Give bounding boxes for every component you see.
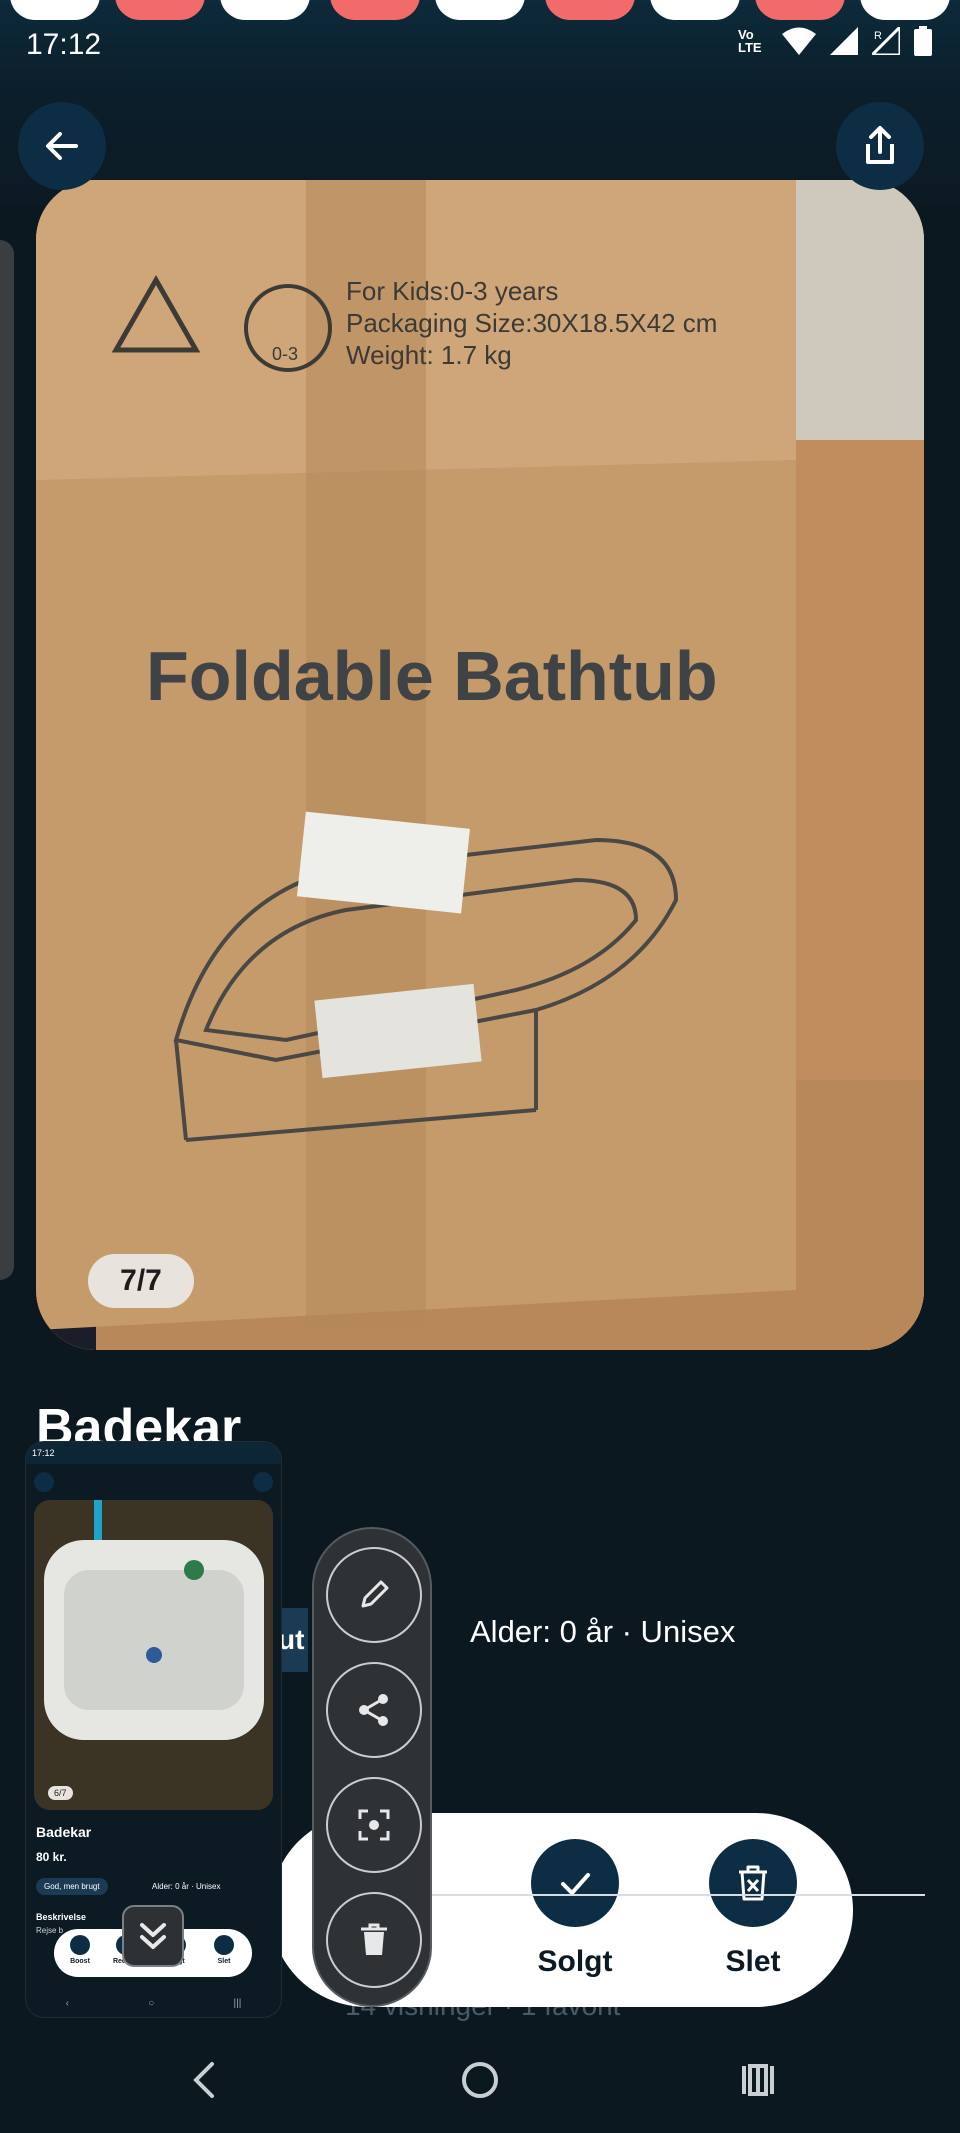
trash-icon bbox=[361, 1923, 387, 1955]
status-icons: Vo LTE R bbox=[738, 26, 932, 56]
svg-text:Packaging Size:30X18.5X42 cm: Packaging Size:30X18.5X42 cm bbox=[346, 308, 717, 338]
bubble bbox=[860, 0, 950, 20]
thumb-condition-chip: God, men brugt bbox=[36, 1878, 108, 1895]
svg-text:0-3: 0-3 bbox=[272, 344, 298, 364]
signal-roaming-icon: R bbox=[872, 27, 900, 55]
sold-button[interactable]: Solgt bbox=[510, 1839, 640, 1979]
screenshot-tools bbox=[312, 1527, 432, 2007]
thumb-nav: ‹ ○ ||| bbox=[65, 1997, 242, 2009]
thumb-share-icon bbox=[253, 1472, 273, 1492]
share-screenshot-button[interactable] bbox=[326, 1662, 422, 1758]
thumb-photo: 6/7 bbox=[34, 1500, 273, 1810]
volte-icon: Vo LTE bbox=[738, 27, 762, 55]
check-icon bbox=[561, 1873, 590, 1895]
bubble bbox=[220, 0, 310, 20]
bubble bbox=[650, 0, 740, 20]
thumb-age: Alder: 0 år · Unisex bbox=[152, 1882, 221, 1891]
bubble bbox=[435, 0, 525, 20]
thumb-time: 17:12 bbox=[32, 1448, 55, 1458]
photo-counter: 7/7 bbox=[88, 1254, 194, 1308]
thumb-status-bar bbox=[26, 1442, 281, 1464]
recents-icon bbox=[742, 2064, 774, 2096]
back-button[interactable] bbox=[18, 102, 106, 190]
signal-icon bbox=[830, 27, 858, 55]
thumb-counter: 6/7 bbox=[48, 1786, 73, 1800]
thumb-boost: Boost bbox=[60, 1935, 100, 1965]
thumb-title: Badekar bbox=[36, 1824, 92, 1840]
box-photo-illustration: 0-3 For Kids:0-3 years Packaging Size:30… bbox=[36, 180, 924, 1350]
condition-chip: ut bbox=[278, 1608, 308, 1672]
pencil-icon bbox=[361, 1580, 389, 1608]
battery-icon bbox=[914, 26, 932, 56]
thumb-description-text: Rejse b bbox=[36, 1926, 64, 1935]
wifi-icon bbox=[782, 27, 816, 55]
nav-back-button[interactable] bbox=[188, 2060, 218, 2105]
system-navigation-bar bbox=[0, 2030, 960, 2133]
svg-text:R: R bbox=[874, 30, 882, 42]
nav-home-button[interactable] bbox=[460, 2060, 500, 2105]
delete-button[interactable]: Slet bbox=[688, 1839, 818, 1979]
chevron-double-down-icon bbox=[140, 1923, 166, 1949]
barcode-label bbox=[296, 811, 470, 914]
status-time: 17:12 bbox=[26, 28, 102, 61]
share-button[interactable] bbox=[836, 102, 924, 190]
status-bar: 17:12 Vo LTE R bbox=[0, 0, 960, 95]
share-icon bbox=[866, 126, 894, 164]
svg-text:Weight: 1.7 kg: Weight: 1.7 kg bbox=[346, 340, 512, 370]
age-gender-text: Alder: 0 år · Unisex bbox=[470, 1614, 736, 1649]
sticker-label bbox=[314, 983, 482, 1079]
share-nodes-icon bbox=[359, 1694, 388, 1726]
scan-icon bbox=[358, 1809, 390, 1841]
bubble bbox=[545, 0, 635, 20]
delete-screenshot-button[interactable] bbox=[326, 1892, 422, 1988]
thumb-description-label: Beskrivelse bbox=[36, 1912, 87, 1922]
bubble bbox=[10, 0, 100, 20]
edit-screenshot-button[interactable] bbox=[326, 1547, 422, 1643]
previous-photo-edge[interactable] bbox=[0, 240, 14, 1280]
arrow-left-icon bbox=[46, 132, 78, 160]
notification-bubbles bbox=[0, 0, 960, 20]
thumb-back-icon bbox=[34, 1472, 54, 1492]
bubble bbox=[115, 0, 205, 20]
home-circle-icon bbox=[462, 2062, 498, 2098]
scan-screenshot-button[interactable] bbox=[326, 1777, 422, 1873]
bubble bbox=[330, 0, 420, 20]
chevron-left-icon bbox=[193, 2062, 214, 2098]
svg-text:Foldable Bathtub: Foldable Bathtub bbox=[146, 637, 718, 715]
listing-photo[interactable]: 0-3 For Kids:0-3 years Packaging Size:30… bbox=[36, 180, 924, 1350]
sold-label: Solgt bbox=[537, 1945, 613, 1978]
svg-text:For Kids:0-3 years: For Kids:0-3 years bbox=[346, 276, 558, 306]
thumb-delete: Slet bbox=[204, 1935, 244, 1965]
trash-icon bbox=[739, 1865, 767, 1901]
delete-label: Slet bbox=[725, 1945, 781, 1978]
thumb-price: 80 kr. bbox=[36, 1850, 67, 1864]
expand-screenshot-button[interactable] bbox=[122, 1905, 184, 1967]
divider bbox=[420, 1894, 925, 1896]
bubble bbox=[755, 0, 845, 20]
nav-recents-button[interactable] bbox=[738, 2060, 778, 2105]
